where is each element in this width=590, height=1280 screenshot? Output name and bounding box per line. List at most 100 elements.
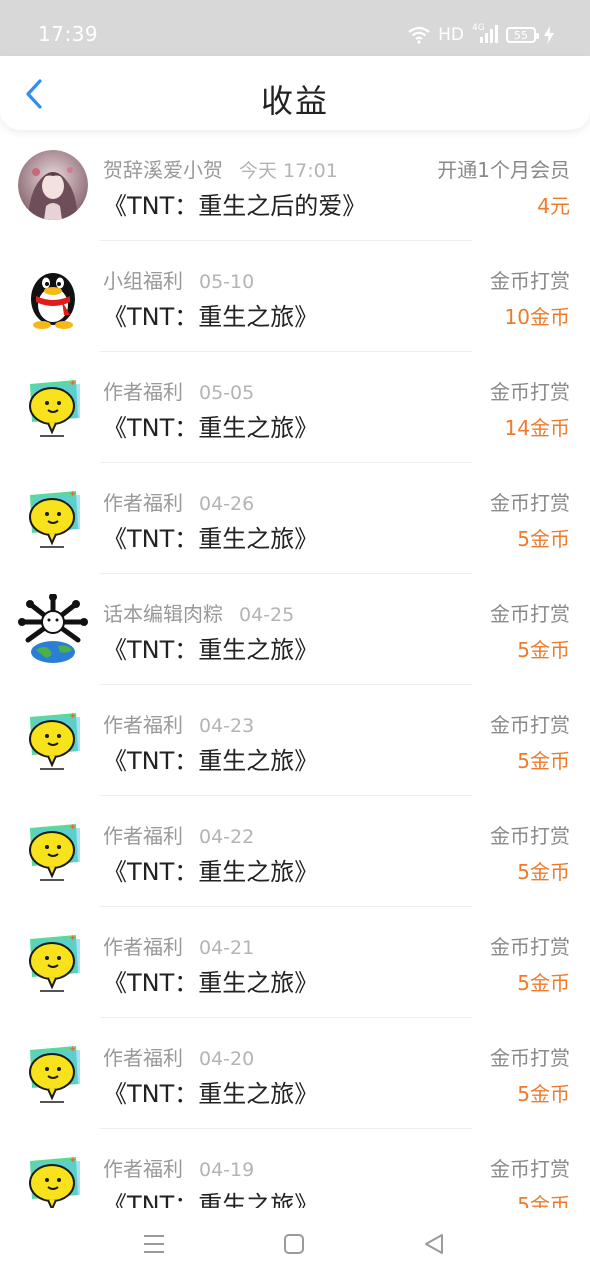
back-triangle-icon xyxy=(425,1234,443,1254)
network-label: HD xyxy=(438,25,464,45)
reward-type: 金币打赏 xyxy=(490,1046,570,1070)
book-title: 《TNT：重生之旅》 xyxy=(103,1191,319,1208)
battery-icon: 55 xyxy=(506,27,539,43)
sender-line: 作者福利 05-05 xyxy=(103,376,254,405)
list-item[interactable]: ✦ 作者福利 05-05 《TNT：重生之旅》 金币打赏 14金币 xyxy=(0,352,590,463)
list-item[interactable]: ✦ 作者福利 04-21 《TNT：重生之旅》 金币打赏 5金币 xyxy=(0,907,590,1018)
svg-text:✦: ✦ xyxy=(69,1045,77,1055)
book-title: 《TNT：重生之旅》 xyxy=(103,525,319,553)
menu-icon xyxy=(144,1235,164,1253)
book-title: 《TNT：重生之旅》 xyxy=(103,747,319,775)
sender-line: 贺辞溪爱小贺 今天 17:01 xyxy=(103,154,338,183)
date: 04-23 xyxy=(199,715,255,737)
menu-button[interactable] xyxy=(138,1228,170,1260)
sender-name: 作者福利 xyxy=(103,824,183,848)
screen: 17:39 HD 4G 55 收益 贺辞溪爱小贺 今天 17:01 《TNT：重… xyxy=(0,0,590,1280)
signal-icon: 4G xyxy=(472,23,498,45)
sender-name: 作者福利 xyxy=(103,1157,183,1181)
list-item[interactable]: ✦ 作者福利 04-20 《TNT：重生之旅》 金币打赏 5金币 xyxy=(0,1018,590,1129)
sender-line: 作者福利 04-20 xyxy=(103,1042,254,1071)
yellow-chat-bubble-avatar: ✦ xyxy=(18,927,88,997)
book-title: 《TNT：重生之旅》 xyxy=(103,414,319,442)
header: 收益 xyxy=(0,56,590,130)
book-title: 《TNT：重生之后的爱》 xyxy=(103,192,367,220)
cartoon-earth-avatar xyxy=(18,594,88,664)
sender-name: 贺辞溪爱小贺 xyxy=(103,158,223,182)
svg-text:✦: ✦ xyxy=(69,934,77,944)
sender-name: 作者福利 xyxy=(103,935,183,959)
charging-icon xyxy=(544,26,554,44)
svg-text:✦: ✦ xyxy=(69,823,77,833)
list-item[interactable]: ✦ 作者福利 04-22 《TNT：重生之旅》 金币打赏 5金币 xyxy=(0,796,590,907)
reward-amount: 5金币 xyxy=(517,1193,570,1208)
yellow-chat-bubble-avatar: ✦ xyxy=(18,1149,88,1208)
sender-name: 作者福利 xyxy=(103,380,183,404)
date: 04-26 xyxy=(199,493,255,515)
svg-text:✦: ✦ xyxy=(69,1156,77,1166)
sender-name: 作者福利 xyxy=(103,1046,183,1070)
list-item[interactable]: ✦ 作者福利 04-23 《TNT：重生之旅》 金币打赏 5金币 xyxy=(0,685,590,796)
list-item[interactable]: 小组福利 05-10 《TNT：重生之旅》 金币打赏 10金币 xyxy=(0,241,590,352)
book-title: 《TNT：重生之旅》 xyxy=(103,969,319,997)
yellow-chat-bubble-avatar: ✦ xyxy=(18,372,88,442)
sender-line: 小组福利 05-10 xyxy=(103,265,254,294)
status-time: 17:39 xyxy=(38,22,99,46)
reward-amount: 4元 xyxy=(537,194,570,218)
wifi-icon xyxy=(408,26,430,44)
battery-level: 55 xyxy=(514,28,528,42)
date: 今天 17:01 xyxy=(239,160,338,182)
date: 04-20 xyxy=(199,1048,255,1070)
reward-amount: 14金币 xyxy=(504,416,570,440)
sender-line: 作者福利 04-21 xyxy=(103,931,254,960)
date: 04-25 xyxy=(239,604,295,626)
girl-portrait-avatar xyxy=(18,150,88,220)
date: 05-05 xyxy=(199,382,255,404)
reward-type: 金币打赏 xyxy=(490,491,570,515)
reward-type: 金币打赏 xyxy=(490,602,570,626)
list-item[interactable]: 贺辞溪爱小贺 今天 17:01 《TNT：重生之后的爱》 开通1个月会员 4元 xyxy=(0,130,590,241)
yellow-chat-bubble-avatar: ✦ xyxy=(18,705,88,775)
list-item[interactable]: ✦ 作者福利 04-19 《TNT：重生之旅》 金币打赏 5金币 xyxy=(0,1129,590,1208)
list-item[interactable]: 话本编辑肉粽 04-25 《TNT：重生之旅》 金币打赏 5金币 xyxy=(0,574,590,685)
date: 04-19 xyxy=(199,1159,255,1181)
status-icons: HD 4G 55 xyxy=(408,22,554,48)
svg-text:✦: ✦ xyxy=(69,712,77,722)
reward-type: 金币打赏 xyxy=(490,380,570,404)
reward-amount: 5金币 xyxy=(517,971,570,995)
reward-amount: 5金币 xyxy=(517,527,570,551)
sender-name: 作者福利 xyxy=(103,713,183,737)
date: 04-22 xyxy=(199,826,255,848)
system-nav-bar xyxy=(0,1208,590,1280)
reward-type: 金币打赏 xyxy=(490,935,570,959)
date: 05-10 xyxy=(199,271,255,293)
book-title: 《TNT：重生之旅》 xyxy=(103,636,319,664)
reward-type: 金币打赏 xyxy=(490,1157,570,1181)
svg-text:✦: ✦ xyxy=(69,379,77,389)
reward-amount: 5金币 xyxy=(517,749,570,773)
sender-line: 话本编辑肉粽 04-25 xyxy=(103,598,294,627)
status-bar: 17:39 HD 4G 55 xyxy=(0,0,590,56)
sender-line: 作者福利 04-23 xyxy=(103,709,254,738)
reward-amount: 5金币 xyxy=(517,1082,570,1106)
home-square-icon xyxy=(284,1234,304,1254)
sender-name: 话本编辑肉粽 xyxy=(103,602,223,626)
yellow-chat-bubble-avatar: ✦ xyxy=(18,483,88,553)
yellow-chat-bubble-avatar: ✦ xyxy=(18,816,88,886)
home-button[interactable] xyxy=(278,1228,310,1260)
reward-amount: 5金币 xyxy=(517,638,570,662)
list-item[interactable]: ✦ 作者福利 04-26 《TNT：重生之旅》 金币打赏 5金币 xyxy=(0,463,590,574)
reward-amount: 10金币 xyxy=(504,305,570,329)
sender-line: 作者福利 04-26 xyxy=(103,487,254,516)
book-title: 《TNT：重生之旅》 xyxy=(103,858,319,886)
yellow-chat-bubble-avatar: ✦ xyxy=(18,1038,88,1108)
reward-type: 金币打赏 xyxy=(490,713,570,737)
sender-name: 小组福利 xyxy=(103,269,183,293)
svg-text:✦: ✦ xyxy=(69,490,77,500)
reward-type: 开通1个月会员 xyxy=(437,158,570,182)
reward-amount: 5金币 xyxy=(517,860,570,884)
reward-type: 金币打赏 xyxy=(490,269,570,293)
book-title: 《TNT：重生之旅》 xyxy=(103,1080,319,1108)
back-nav-button[interactable] xyxy=(418,1228,450,1260)
book-title: 《TNT：重生之旅》 xyxy=(103,303,319,331)
sender-line: 作者福利 04-22 xyxy=(103,820,254,849)
